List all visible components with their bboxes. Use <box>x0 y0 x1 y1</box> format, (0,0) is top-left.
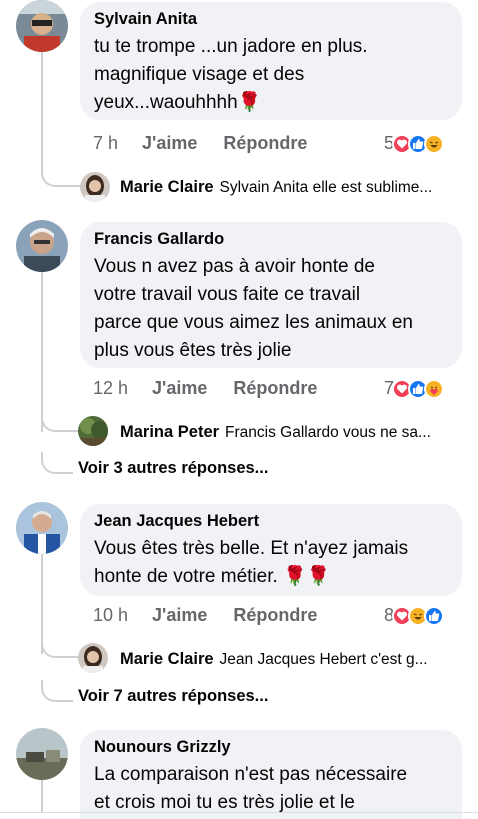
like-button[interactable]: J'aime <box>152 378 207 399</box>
comment-timestamp[interactable]: 10 h <box>93 605 128 626</box>
reply-connector <box>41 680 73 702</box>
comment-bubble[interactable]: Francis Gallardo Vous n avez pas à avoir… <box>80 222 462 368</box>
like-reaction-icon <box>424 605 445 626</box>
reply-author[interactable]: Marie Claire <box>120 178 214 197</box>
thread-line <box>41 272 43 432</box>
avatar[interactable] <box>16 220 68 272</box>
reply-text: Jean Jacques Hebert c'est g... <box>219 650 428 668</box>
thread-line <box>41 52 43 172</box>
comment-text: tu te trompe ...un jadore en plus. magni… <box>94 36 368 113</box>
view-more-replies-link[interactable]: Voir 7 autres réponses... <box>78 687 268 706</box>
reply-preview[interactable]: Marie Claire Jean Jacques Hebert c'est g… <box>120 650 428 669</box>
comment-timestamp[interactable]: 7 h <box>93 133 118 154</box>
reply-author[interactable]: Marina Peter <box>120 423 219 442</box>
comment-text: Vous n avez pas à avoir honte de votre t… <box>94 256 413 361</box>
reply-author[interactable]: Marie Claire <box>120 650 214 669</box>
reaction-summary[interactable]: 8 <box>384 605 445 626</box>
like-button[interactable]: J'aime <box>142 133 197 154</box>
like-button[interactable]: J'aime <box>152 605 207 626</box>
reply-connector <box>41 165 81 187</box>
reply-connector <box>41 636 81 658</box>
comment-bubble[interactable]: Sylvain Anita tu te trompe ...un jadore … <box>80 2 462 120</box>
avatar[interactable] <box>78 416 108 446</box>
reply-preview[interactable]: Marina Peter Francis Gallardo vous ne sa… <box>120 423 431 442</box>
reply-button[interactable]: Répondre <box>233 378 317 399</box>
thread-line <box>41 780 43 812</box>
comment-text: La comparaison n'est pas nécessaire et c… <box>94 764 408 813</box>
comment-author[interactable]: Sylvain Anita <box>94 10 448 29</box>
reply-text: Sylvain Anita elle est sublime... <box>219 178 433 196</box>
avatar[interactable] <box>80 172 110 202</box>
avatar[interactable] <box>16 502 68 554</box>
reply-button[interactable]: Répondre <box>223 133 307 154</box>
comment-bubble[interactable]: Nounours Grizzly La comparaison n'est pa… <box>80 730 462 819</box>
comment-author[interactable]: Jean Jacques Hebert <box>94 512 448 531</box>
comment-actions: 10 h J'aime Répondre <box>93 605 317 626</box>
reply-button[interactable]: Répondre <box>233 605 317 626</box>
divider <box>0 812 478 813</box>
comment-author[interactable]: Nounours Grizzly <box>94 738 448 757</box>
comment-bubble[interactable]: Jean Jacques Hebert Vous êtes très belle… <box>80 504 462 596</box>
avatar[interactable] <box>16 0 68 52</box>
comment-actions: 12 h J'aime Répondre <box>93 378 317 399</box>
comment-timestamp[interactable]: 12 h <box>93 378 128 399</box>
view-more-replies-link[interactable]: Voir 3 autres réponses... <box>78 459 268 478</box>
reaction-summary[interactable]: 7 <box>384 378 445 399</box>
reply-preview[interactable]: Marie Claire Sylvain Anita elle est subl… <box>120 178 432 197</box>
comment-author[interactable]: Francis Gallardo <box>94 230 448 249</box>
haha-reaction-icon <box>424 133 445 154</box>
reply-connector <box>41 452 73 474</box>
reaction-summary[interactable]: 5 <box>384 133 445 154</box>
reply-connector <box>41 410 81 432</box>
comment-text: Vous êtes très belle. Et n'ayez jamais h… <box>94 538 409 587</box>
avatar[interactable] <box>78 643 108 673</box>
care-reaction-icon <box>424 378 445 399</box>
comment-actions: 7 h J'aime Répondre <box>93 133 307 154</box>
avatar[interactable] <box>16 728 68 780</box>
reply-text: Francis Gallardo vous ne sa... <box>225 423 431 441</box>
